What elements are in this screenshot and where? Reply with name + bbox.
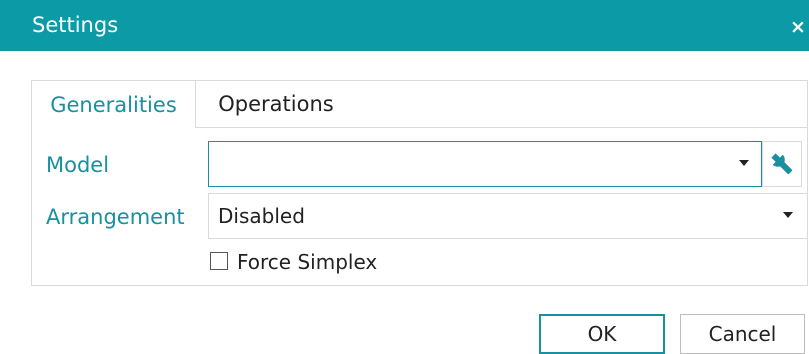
force-simplex-label[interactable]: Force Simplex — [237, 249, 377, 275]
cancel-button[interactable]: Cancel — [680, 314, 805, 354]
close-icon[interactable]: × — [790, 16, 809, 38]
tab-operations[interactable]: Operations — [196, 80, 356, 128]
wrench-icon — [771, 153, 792, 174]
ok-button[interactable]: OK — [539, 314, 665, 354]
arrangement-dropdown[interactable]: Disabled — [208, 193, 808, 239]
chevron-down-icon — [739, 160, 749, 166]
force-simplex-checkbox[interactable] — [210, 252, 228, 270]
arrangement-value: Disabled — [218, 204, 305, 228]
model-label: Model — [46, 153, 110, 177]
chevron-down-icon — [783, 212, 793, 218]
model-settings-button[interactable] — [762, 141, 802, 187]
tab-generalities[interactable]: Generalities — [31, 80, 196, 128]
arrangement-label: Arrangement — [46, 205, 185, 229]
title-bar: Settings × — [0, 0, 809, 51]
window-title: Settings — [32, 13, 119, 37]
model-dropdown[interactable] — [208, 141, 762, 187]
